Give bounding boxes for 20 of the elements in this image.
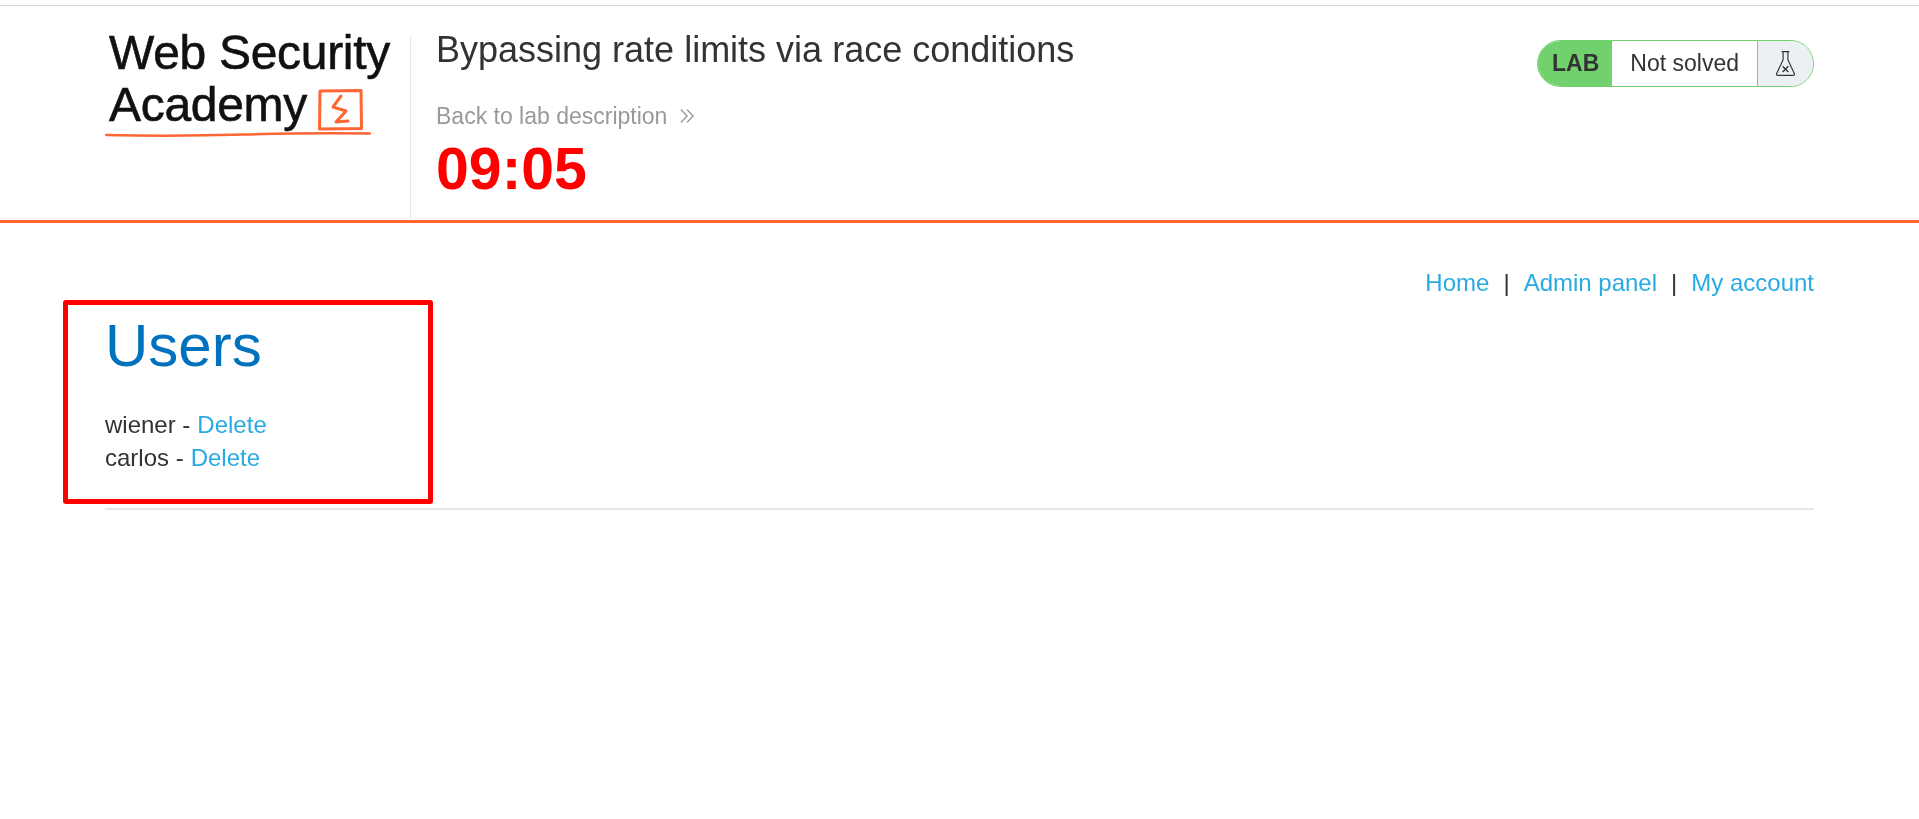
logo-wordmark: Web Security: [109, 27, 390, 79]
user-name: carlos -: [105, 443, 184, 473]
lab-status-text: Not solved: [1629, 49, 1740, 78]
nav-separator: |: [1503, 269, 1510, 297]
countdown-timer: 09:05: [436, 140, 587, 199]
lightning-box-icon: [317, 88, 364, 131]
lab-tag: LAB: [1538, 41, 1613, 86]
nav-link[interactable]: Home: [1425, 269, 1490, 297]
lab-title: Bypassing rate limits via race conditions: [436, 32, 1075, 68]
double-chevron-icon: [679, 108, 696, 124]
nav-link[interactable]: Admin panel: [1523, 269, 1658, 297]
back-link[interactable]: Back to lab description: [436, 102, 696, 130]
user-name: wiener -: [105, 410, 191, 440]
nav-link[interactable]: My account: [1691, 269, 1814, 297]
users-heading: Users: [105, 311, 262, 381]
delete-link[interactable]: Delete: [197, 408, 267, 441]
delete-link[interactable]: Delete: [190, 441, 261, 474]
logo-wordmark: Academy: [109, 79, 307, 131]
nav-separator: |: [1671, 269, 1678, 297]
underline-swoosh-icon: [105, 131, 371, 137]
